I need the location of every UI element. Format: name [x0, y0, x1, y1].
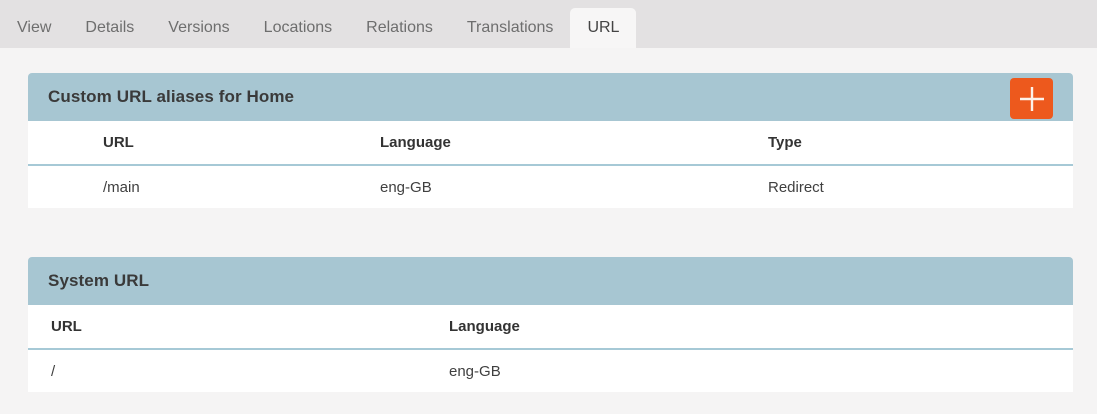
- tab-view[interactable]: View: [0, 8, 68, 48]
- tab-translations[interactable]: Translations: [450, 8, 571, 48]
- tab-url[interactable]: URL: [570, 8, 636, 48]
- column-header-type: Type: [768, 121, 1073, 165]
- custom-aliases-header-row: URL Language Type: [28, 121, 1073, 165]
- table-row: /main eng-GB Redirect: [28, 165, 1073, 208]
- content-area: Custom URL aliases for Home URL Language…: [28, 73, 1073, 392]
- tab-details[interactable]: Details: [68, 8, 151, 48]
- panel-title: System URL: [48, 271, 149, 291]
- custom-aliases-table: URL Language Type /main eng-GB Redirect: [28, 121, 1073, 208]
- cell-type: Redirect: [768, 165, 1073, 208]
- custom-url-aliases-header: Custom URL aliases for Home: [28, 73, 1073, 121]
- system-url-panel: System URL URL Language / eng-GB: [28, 257, 1073, 392]
- column-header-url: URL: [28, 121, 380, 165]
- plus-icon: [1018, 85, 1046, 113]
- tab-versions[interactable]: Versions: [151, 8, 246, 48]
- system-url-header: System URL: [28, 257, 1073, 305]
- tab-relations[interactable]: Relations: [349, 8, 450, 48]
- column-header-language: Language: [380, 121, 768, 165]
- custom-url-aliases-panel: Custom URL aliases for Home URL Language…: [28, 73, 1073, 208]
- column-header-url: URL: [28, 305, 449, 349]
- cell-language: eng-GB: [380, 165, 768, 208]
- panel-title: Custom URL aliases for Home: [48, 87, 294, 107]
- system-url-header-row: URL Language: [28, 305, 1073, 349]
- cell-url: /: [28, 349, 449, 392]
- tab-bar: View Details Versions Locations Relation…: [0, 0, 1097, 48]
- table-row: / eng-GB: [28, 349, 1073, 392]
- tab-locations[interactable]: Locations: [247, 8, 350, 48]
- cell-url: /main: [28, 165, 380, 208]
- cell-language: eng-GB: [449, 349, 1073, 392]
- add-url-alias-button[interactable]: [1010, 78, 1053, 119]
- system-url-table: URL Language / eng-GB: [28, 305, 1073, 392]
- column-header-language: Language: [449, 305, 1073, 349]
